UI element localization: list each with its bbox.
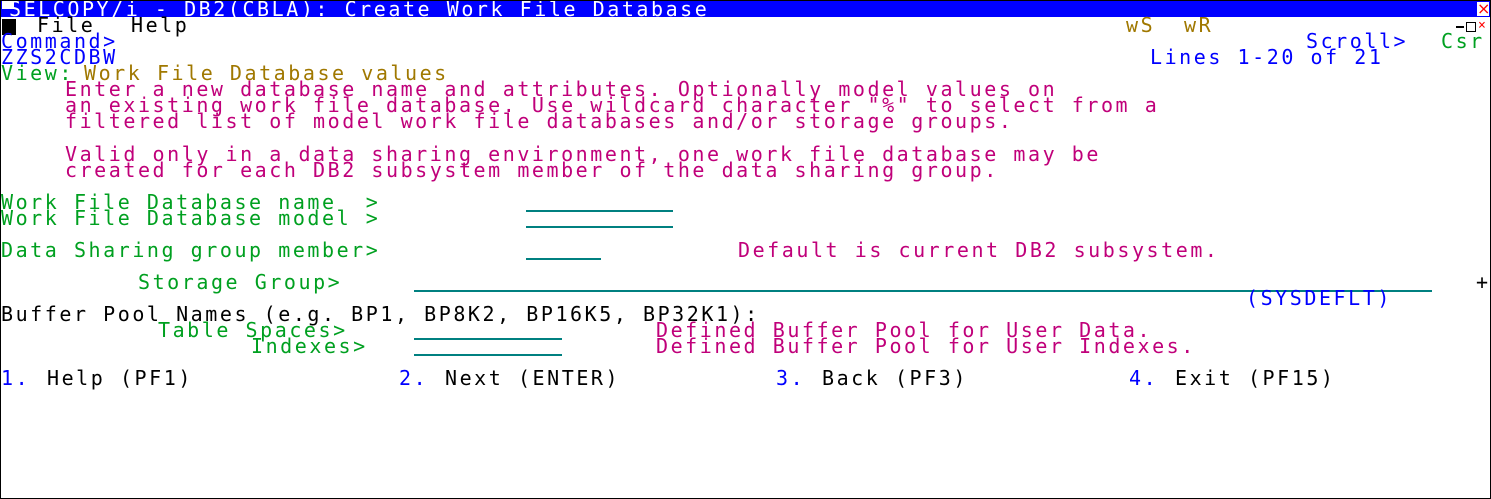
wf-name-underline[interactable]: [526, 207, 673, 212]
storage-default: (SYSDEFLT): [1246, 286, 1392, 310]
ix-underline[interactable]: [414, 351, 562, 356]
action-exit[interactable]: Exit (PF15): [1175, 368, 1336, 388]
instruction-line-5: created for each DB2 subsystem member of…: [65, 158, 999, 182]
storage-label: Storage Group>: [138, 270, 343, 294]
action-back[interactable]: Back (PF3): [822, 368, 968, 388]
instruction-line-3: filtered list of model work file databas…: [65, 109, 1014, 133]
ix-note: Defined Buffer Pool for User Indexes.: [656, 334, 1196, 358]
status-wr: wR: [1184, 13, 1214, 37]
action-help[interactable]: Help (PF1): [47, 368, 193, 388]
action-help-num[interactable]: 1.: [1, 368, 30, 388]
close-icon[interactable]: ×: [1477, 1, 1490, 17]
lines-indicator: Lines 1-20 of 21: [1150, 45, 1384, 69]
terminal-screen: SELCOPY/i - DB2(CBLA): Create Work File …: [0, 0, 1491, 499]
window-title: SELCOPY/i - DB2(CBLA): Create Work File …: [9, 0, 710, 21]
action-next[interactable]: Next (ENTER): [445, 368, 620, 388]
minimize-icon[interactable]: [1456, 26, 1464, 28]
status-ws: wS: [1126, 13, 1156, 37]
storage-more-indicator: +: [1476, 270, 1491, 294]
ts-underline[interactable]: [414, 335, 562, 340]
menu-help[interactable]: Help: [131, 15, 189, 35]
member-label: Data Sharing group member>: [1, 238, 381, 262]
member-note: Default is current DB2 subsystem.: [738, 238, 1220, 262]
wf-model-underline[interactable]: [526, 223, 673, 228]
bp-header: Buffer Pool Names (e.g. BP1, BP8K2, BP16…: [1, 302, 760, 326]
view-label: View:: [1, 61, 74, 85]
action-exit-num[interactable]: 4.: [1129, 368, 1158, 388]
member-underline[interactable]: [526, 255, 601, 260]
ix-label: Indexes>: [251, 334, 368, 358]
action-next-num[interactable]: 2.: [399, 368, 428, 388]
scroll-value[interactable]: Csr: [1441, 31, 1485, 51]
action-back-num[interactable]: 3.: [776, 368, 805, 388]
wf-model-label: Work File Database model >: [1, 206, 381, 230]
